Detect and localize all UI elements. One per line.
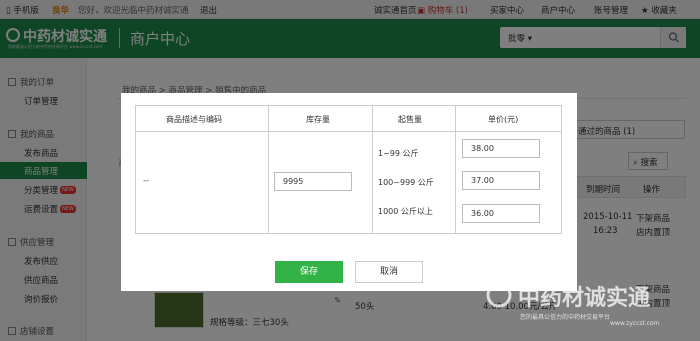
col-header-min-qty: 起售量 [398, 115, 422, 124]
stock-input[interactable] [274, 172, 352, 191]
col-header-desc: 商品描述与编码 [166, 115, 222, 124]
tier-range-3: 1000 公斤以上 [378, 207, 433, 216]
tier-price-input-2[interactable] [462, 171, 540, 190]
save-button[interactable]: 保存 [275, 261, 343, 283]
col-divider [372, 106, 373, 233]
tier-range-1: 1~99 公斤 [378, 149, 419, 158]
col-divider [268, 106, 269, 233]
price-edit-dialog: 商品描述与编码 库存量 起售量 单价(元) -- 1~99 公斤 100~999… [121, 93, 577, 291]
tier-price-input-3[interactable] [462, 204, 540, 223]
col-header-unit-price: 单价(元) [488, 115, 519, 124]
price-table: 商品描述与编码 库存量 起售量 单价(元) -- 1~99 公斤 100~999… [135, 105, 562, 234]
watermark-url: www.zyccst.com [610, 320, 660, 327]
product-desc: -- [143, 176, 149, 185]
tier-range-2: 100~999 公斤 [378, 178, 434, 187]
header-divider [136, 131, 561, 132]
site-watermark: 中药材诚实通 您的最具公信力的中药材交易平台 www.zyccst.com [480, 276, 690, 336]
watermark-text: 中药材诚实通 [518, 286, 651, 311]
tier-price-input-1[interactable] [462, 139, 540, 158]
col-header-stock: 库存量 [306, 115, 330, 124]
watermark-subtext: 您的最具公信力的中药材交易平台 [520, 314, 611, 321]
col-divider [455, 106, 456, 233]
watermark-logo-icon [486, 282, 512, 308]
cancel-button[interactable]: 取消 [355, 261, 423, 283]
